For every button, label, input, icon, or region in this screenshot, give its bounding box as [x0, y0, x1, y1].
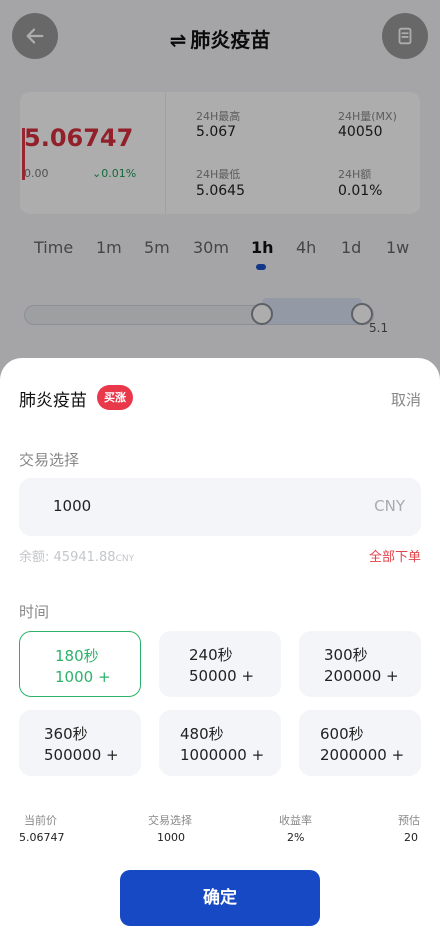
option-amount: 50000 + [189, 667, 255, 685]
option-duration: 180秒 [55, 647, 99, 665]
balance-label: 余额: [19, 550, 50, 565]
direction-badge: 买涨 [97, 385, 133, 410]
amount-field[interactable]: CNY [19, 478, 421, 536]
time-option-360[interactable]: 360秒 500000 + [19, 710, 141, 776]
option-amount: 2000000 + [320, 746, 405, 764]
option-amount: 200000 + [324, 667, 399, 685]
balance: 余额: 45941.88CNY [19, 546, 134, 565]
summary-yield-value: 2% [287, 831, 305, 844]
option-amount: 500000 + [44, 746, 119, 764]
summary-estimate-value: 20 [404, 831, 418, 844]
summary-trade-value: 1000 [157, 831, 185, 844]
time-option-600[interactable]: 600秒 2000000 + [299, 710, 421, 776]
time-option-300[interactable]: 300秒 200000 + [299, 631, 421, 697]
option-duration: 240秒 [189, 646, 233, 664]
time-option-240[interactable]: 240秒 50000 + [159, 631, 281, 697]
option-duration: 600秒 [320, 725, 364, 743]
option-duration: 300秒 [324, 646, 368, 664]
sheet-title: 肺炎疫苗 [19, 391, 87, 411]
summary-yield-label: 收益率 [279, 814, 312, 827]
amount-input[interactable] [53, 497, 303, 515]
amount-currency: CNY [374, 497, 405, 515]
option-duration: 480秒 [180, 725, 224, 743]
balance-currency: CNY [115, 554, 135, 564]
option-amount: 1000000 + [180, 746, 265, 764]
time-option-180[interactable]: 180秒 1000 + [19, 631, 141, 697]
summary-estimate-label: 预估 [398, 814, 420, 827]
time-section-label: 时间 [19, 603, 50, 621]
summary-trade-label: 交易选择 [148, 814, 192, 827]
time-option-480[interactable]: 480秒 1000000 + [159, 710, 281, 776]
summary-price-label: 当前价 [24, 814, 57, 827]
cancel-button[interactable]: 取消 [391, 389, 421, 410]
balance-value: 45941.88 [53, 550, 116, 565]
confirm-button[interactable]: 确定 [120, 870, 320, 926]
all-in-button[interactable]: 全部下单 [369, 546, 421, 565]
trade-section-label: 交易选择 [19, 451, 80, 469]
summary-price-value: 5.06747 [19, 831, 65, 844]
option-duration: 360秒 [44, 725, 88, 743]
order-sheet: 肺炎疫苗 买涨 取消 交易选择 CNY 余额: 45941.88CNY 全部下单… [0, 358, 440, 950]
option-amount: 1000 + [55, 668, 111, 686]
